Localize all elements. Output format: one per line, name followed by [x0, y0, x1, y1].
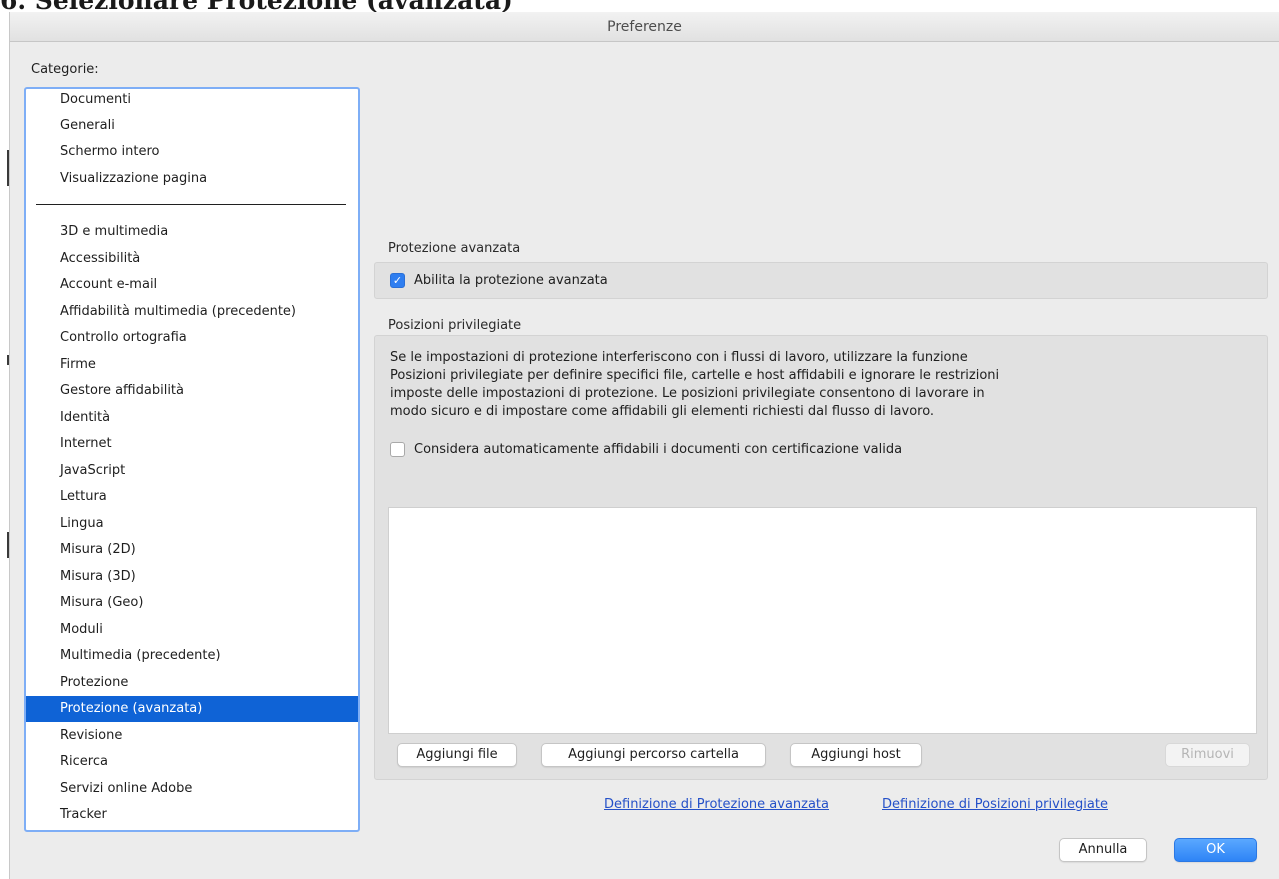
privileged-locations-title: Posizioni privilegiate — [388, 318, 522, 333]
enable-enhanced-protection-label: Abilita la protezione avanzata — [414, 273, 608, 288]
category-item-documenti[interactable]: Documenti — [26, 89, 358, 113]
category-item-gestore-affidabilita[interactable]: Gestore affidabilità — [26, 378, 358, 404]
category-item-lettura[interactable]: Lettura — [26, 484, 358, 510]
category-item-affidabilita-multimedia[interactable]: Affidabilità multimedia (precedente) — [26, 299, 358, 325]
add-folder-path-button[interactable]: Aggiungi percorso cartella — [541, 743, 766, 767]
enhanced-protection-definition-link[interactable]: Definizione di Protezione avanzata — [604, 797, 829, 812]
privileged-locations-panel: Se le impostazioni di protezione interfe… — [374, 335, 1268, 780]
category-item-misura-2d[interactable]: Misura (2D) — [26, 537, 358, 563]
category-item-moduli[interactable]: Moduli — [26, 617, 358, 643]
remove-button[interactable]: Rimuovi — [1165, 743, 1250, 767]
category-item-revisione[interactable]: Revisione — [26, 723, 358, 749]
description-line: imposte delle impostazioni di protezione… — [390, 386, 985, 401]
window-titlebar[interactable]: Preferenze — [10, 12, 1279, 42]
category-item-internet[interactable]: Internet — [26, 431, 358, 457]
ok-button[interactable]: OK — [1174, 838, 1257, 862]
category-item-schermo-intero[interactable]: Schermo intero — [26, 139, 358, 165]
category-item-controllo-ortografia[interactable]: Controllo ortografia — [26, 325, 358, 351]
checkbox-unchecked-icon[interactable] — [390, 442, 405, 457]
category-item-lingua[interactable]: Lingua — [26, 511, 358, 537]
category-item-accessibilita[interactable]: Accessibilità — [26, 246, 358, 272]
category-item-ricerca[interactable]: Ricerca — [26, 749, 358, 775]
category-item-3d-multimedia[interactable]: 3D e multimedia — [26, 219, 358, 245]
category-list[interactable]: Documenti Generali Schermo intero Visual… — [24, 87, 360, 832]
background-window-edge — [0, 12, 9, 879]
description-line: Se le impostazioni di protezione interfe… — [390, 350, 968, 365]
category-item-misura-3d[interactable]: Misura (3D) — [26, 564, 358, 590]
enhanced-protection-panel: ✓ Abilita la protezione avanzata — [374, 262, 1268, 299]
description-line: Posizioni privilegiate per definire spec… — [390, 368, 1000, 383]
add-file-button[interactable]: Aggiungi file — [397, 743, 517, 767]
trust-certified-documents-label: Considera automaticamente affidabili i d… — [414, 442, 903, 457]
checkbox-checked-icon[interactable]: ✓ — [390, 273, 405, 288]
category-item-servizi-online-adobe[interactable]: Servizi online Adobe — [26, 776, 358, 802]
enable-enhanced-protection-row[interactable]: ✓ Abilita la protezione avanzata — [390, 273, 608, 288]
trust-certified-documents-row[interactable]: Considera automaticamente affidabili i d… — [390, 442, 902, 457]
category-item-tracker[interactable]: Tracker — [26, 802, 358, 828]
categories-label: Categorie: — [31, 62, 99, 77]
category-item-visualizzazione-pagina[interactable]: Visualizzazione pagina — [26, 166, 358, 192]
description-line: modo sicuro e di impostare come affidabi… — [390, 404, 935, 419]
enhanced-protection-title: Protezione avanzata — [388, 241, 521, 256]
add-host-button[interactable]: Aggiungi host — [790, 743, 922, 767]
privileged-locations-description: Se le impostazioni di protezione interfe… — [390, 349, 1110, 421]
category-separator — [36, 204, 346, 205]
category-item-account-email[interactable]: Account e-mail — [26, 272, 358, 298]
category-item-protezione[interactable]: Protezione — [26, 670, 358, 696]
category-item-firme[interactable]: Firme — [26, 352, 358, 378]
category-item-multimedia-precedente[interactable]: Multimedia (precedente) — [26, 643, 358, 669]
category-item-misura-geo[interactable]: Misura (Geo) — [26, 590, 358, 616]
category-item-identita[interactable]: Identità — [26, 405, 358, 431]
preferences-window: Preferenze Categorie: Documenti Generali… — [9, 12, 1279, 879]
cancel-button[interactable]: Annulla — [1059, 838, 1147, 862]
category-item-protezione-avanzata[interactable]: Protezione (avanzata) — [26, 696, 358, 722]
category-item-javascript[interactable]: JavaScript — [26, 458, 358, 484]
privileged-locations-definition-link[interactable]: Definizione di Posizioni privilegiate — [882, 797, 1108, 812]
privileged-locations-list[interactable] — [388, 507, 1257, 734]
category-item-generali[interactable]: Generali — [26, 113, 358, 139]
